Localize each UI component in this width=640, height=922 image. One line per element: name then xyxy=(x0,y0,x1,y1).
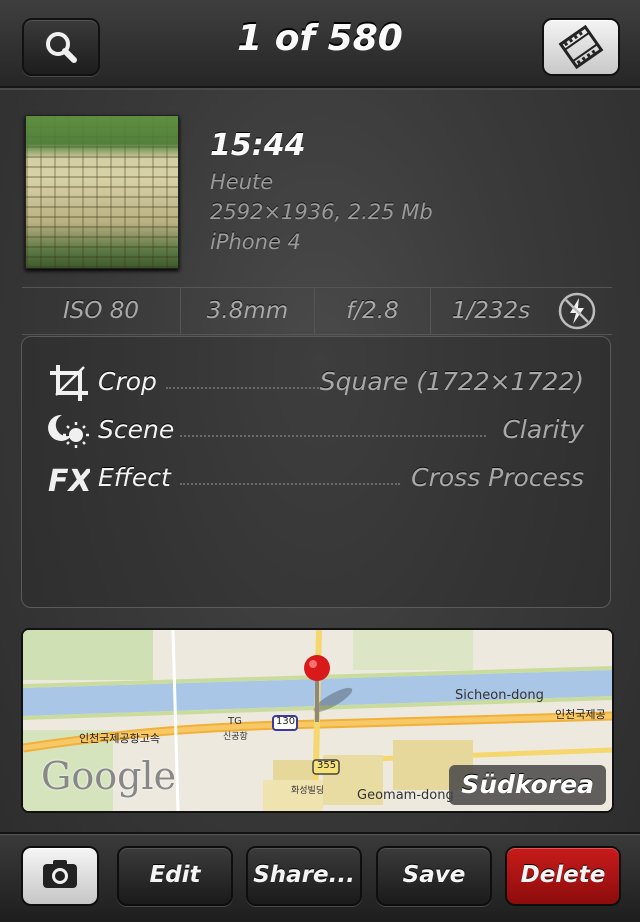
edit-row-effect: FX Effect Cross Process xyxy=(22,457,610,501)
dotted-leader xyxy=(166,387,326,389)
svg-text:FX: FX xyxy=(48,464,90,499)
camera-icon xyxy=(43,860,77,888)
map-label: 화성빌딩 xyxy=(291,786,325,796)
search-button[interactable] xyxy=(22,18,100,76)
edit-row-scene: Scene Clarity xyxy=(22,409,610,453)
filmstrip-icon xyxy=(558,24,604,70)
exif-focal-length: 3.8mm xyxy=(206,298,289,324)
camera-button[interactable] xyxy=(21,846,99,906)
edit-value-scene: Clarity xyxy=(502,415,584,444)
exif-iso: ISO 80 xyxy=(62,298,140,324)
search-icon xyxy=(46,32,77,63)
edits-panel: Crop Square (1722×1722) Scene Clarity FX… xyxy=(21,336,611,608)
photo-thumbnail[interactable] xyxy=(25,115,179,269)
exif-aperture: f/2.8 xyxy=(346,298,399,324)
save-button[interactable]: Save xyxy=(376,846,492,906)
edit-row-crop: Crop Square (1722×1722) xyxy=(22,361,610,405)
road-shield-label: 130 xyxy=(276,716,296,727)
map-label: 인천국제공 xyxy=(555,708,606,721)
fx-icon: FX xyxy=(48,464,90,499)
photo-time: 15:44 xyxy=(210,128,306,163)
edit-label-scene: Scene xyxy=(98,415,175,444)
edit-value-crop: Square (1722×1722) xyxy=(319,367,584,396)
crop-icon xyxy=(50,365,88,401)
edit-button[interactable]: Edit xyxy=(117,846,233,906)
dotted-leader xyxy=(180,483,400,485)
gallery-button[interactable] xyxy=(542,18,620,76)
photo-info-screen: 1 of 580 15:44 Heute 2592×1936, 2.25 Mb … xyxy=(0,0,640,922)
road-shield-label: 355 xyxy=(317,760,337,771)
map-label: 신공항 xyxy=(223,732,248,742)
exif-strip: ISO 80 3.8mm f/2.8 1/232s xyxy=(22,287,612,335)
flash-off-icon xyxy=(558,292,596,330)
map-label: Geomam-dong xyxy=(357,788,454,803)
exif-shutter: 1/232s xyxy=(451,298,531,324)
map-label: Sicheon-dong xyxy=(455,688,544,703)
map-label: TG xyxy=(228,716,242,727)
map-label: 인천국제공항고속 xyxy=(79,732,160,745)
dotted-leader xyxy=(180,435,486,437)
edit-value-effect: Cross Process xyxy=(411,463,584,492)
scene-icon xyxy=(48,414,89,448)
region-badge: Südkorea xyxy=(449,765,606,805)
share-button[interactable]: Share... xyxy=(246,846,362,906)
photo-dimensions: 2592×1936, 2.25 Mb xyxy=(210,200,433,224)
delete-button[interactable]: Delete xyxy=(505,846,621,906)
location-map[interactable]: Sicheon-dong 인천국제공항고속 인천국제공 TG 신공항 화성빌딩 … xyxy=(21,628,614,813)
edit-label-crop: Crop xyxy=(98,367,157,396)
photo-date: Heute xyxy=(210,170,274,194)
photo-counter: 1 of 580 xyxy=(237,18,403,59)
photo-device: iPhone 4 xyxy=(210,230,301,254)
edit-label-effect: Effect xyxy=(98,463,171,492)
google-logo: Google xyxy=(41,754,177,798)
